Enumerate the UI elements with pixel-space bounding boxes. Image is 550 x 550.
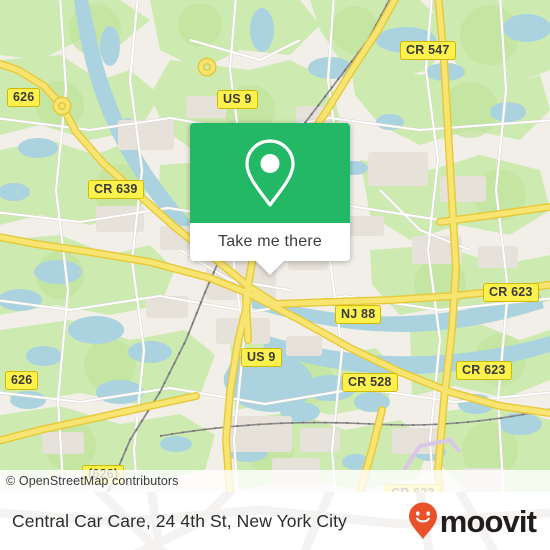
take-me-there-button[interactable]: Take me there	[190, 223, 350, 261]
map-canvas[interactable]: CR 547 US 9 626 CR 639 NJ 88 US 9 CR 528 CR 623…	[0, 0, 550, 492]
road-shield: CR 639	[88, 180, 144, 199]
footer-bar: Central Car Care, 24 4th St, New York Ci…	[0, 492, 550, 550]
road-shield: 626	[7, 88, 41, 107]
moovit-smiley-pin-icon	[408, 502, 437, 539]
callout-header	[190, 123, 350, 223]
road-shield-label: CR 639	[94, 182, 138, 196]
road-shield-label: 626	[13, 90, 35, 104]
road-shield-label: US 9	[247, 350, 276, 364]
road-shield: CR 547	[400, 41, 456, 60]
road-shield-label: CR 623	[489, 285, 533, 299]
road-shield-label: CR 528	[348, 375, 392, 389]
road-shield-label: 626	[11, 373, 33, 387]
map-attribution: © OpenStreetMap contributors	[0, 470, 550, 492]
road-shield: CR 623	[483, 283, 539, 302]
road-shield: CR 528	[342, 373, 398, 392]
road-shield-label: NJ 88	[341, 307, 376, 321]
road-shield-label: CR 547	[406, 43, 450, 57]
map-screenshot: CR 547 US 9 626 CR 639 NJ 88 US 9 CR 528 CR 623…	[0, 0, 550, 550]
footer-content: Central Car Care, 24 4th St, New York Ci…	[0, 492, 550, 550]
moovit-brand: moovit	[407, 501, 537, 541]
road-shield: US 9	[217, 90, 258, 109]
map-pin-outline-icon	[245, 139, 295, 207]
attribution-text: © OpenStreetMap contributors	[6, 474, 179, 488]
moovit-wordmark: moovit	[439, 503, 537, 539]
road-shield: US 9	[241, 348, 282, 367]
road-shield: NJ 88	[335, 305, 382, 324]
road-shield-label: US 9	[223, 92, 252, 106]
place-title: Central Car Care, 24 4th St, New York Ci…	[12, 510, 347, 531]
callout-body: Take me there	[190, 123, 350, 261]
road-shield-label: CR 623	[462, 363, 506, 377]
location-callout[interactable]: Take me there	[190, 123, 350, 275]
road-shield: 626	[5, 371, 39, 390]
callout-pointer	[256, 261, 284, 275]
road-shield: CR 623	[456, 361, 512, 380]
